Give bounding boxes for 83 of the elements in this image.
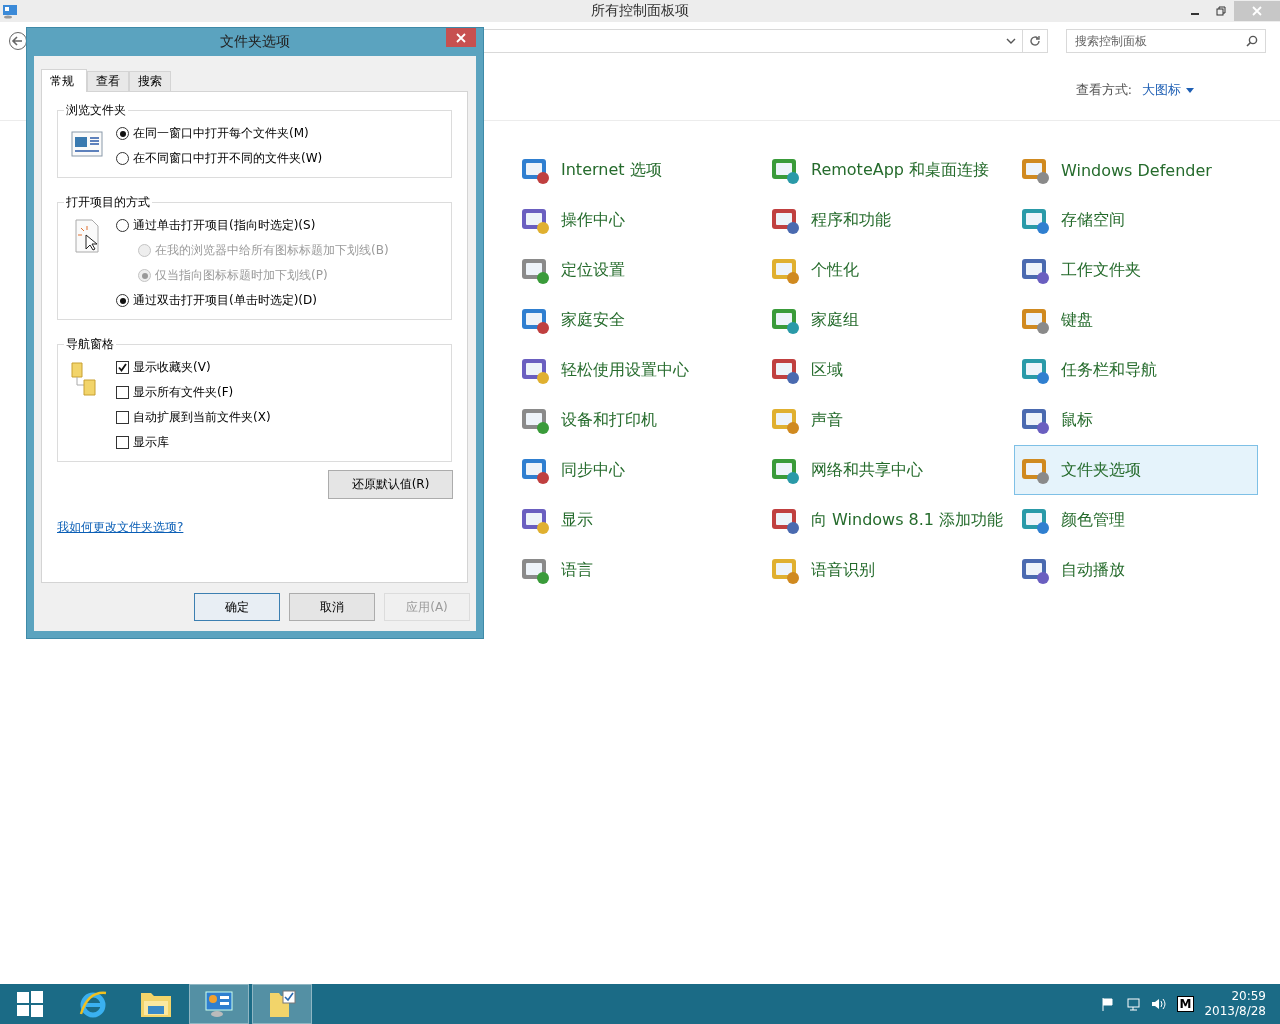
control-panel-item[interactable]: Internet 选项	[514, 145, 758, 195]
window-title: 所有控制面板项	[591, 2, 689, 18]
tab[interactable]: 搜索	[129, 71, 171, 91]
checkbox[interactable]	[116, 436, 129, 449]
flag-icon[interactable]	[1100, 997, 1115, 1011]
help-link[interactable]: 我如何更改文件夹选项?	[57, 519, 184, 536]
option-label: 在同一窗口中打开每个文件夹(M)	[133, 125, 309, 142]
option-label: 仅当指向图标标题时加下划线(P)	[155, 267, 328, 284]
checkbox[interactable]	[116, 411, 129, 424]
option-label: 显示收藏夹(V)	[133, 359, 211, 376]
chevron-down-icon	[1006, 37, 1016, 45]
dialog-button[interactable]: 确定	[194, 593, 280, 621]
windows-logo-icon	[17, 991, 43, 1017]
back-icon[interactable]	[8, 31, 28, 51]
checkbox[interactable]	[116, 386, 129, 399]
search-field[interactable]: 搜索控制面板	[1066, 29, 1266, 53]
control-panel-item[interactable]: 显示	[514, 495, 758, 545]
control-panel-item[interactable]: RemoteApp 和桌面连接	[764, 145, 1008, 195]
restore-defaults-button[interactable]: 还原默认值(R)	[328, 470, 453, 499]
dialog-title: 文件夹选项	[220, 33, 290, 51]
control-panel-item[interactable]: 定位设置	[514, 245, 758, 295]
control-panel-item[interactable]: 声音	[764, 395, 1008, 445]
search-icon	[1246, 35, 1258, 47]
control-panel-item[interactable]: Windows Defender	[1014, 145, 1258, 195]
view-dropdown[interactable]: 大图标	[1142, 81, 1194, 99]
radio-button[interactable]	[116, 127, 129, 140]
control-panel-item[interactable]: 颜色管理	[1014, 495, 1258, 545]
control-panel-item[interactable]: 程序和功能	[764, 195, 1008, 245]
control-panel-item[interactable]: 语音识别	[764, 545, 1008, 595]
control-panel-item[interactable]: 语言	[514, 545, 758, 595]
control-panel-item[interactable]: 家庭组	[764, 295, 1008, 345]
input-method-indicator[interactable]: M	[1176, 996, 1195, 1012]
close-icon	[456, 32, 466, 43]
option-label: 在我的浏览器中给所有图标标题加下划线(B)	[155, 242, 389, 259]
refresh-icon	[1029, 35, 1041, 47]
close-icon	[1252, 6, 1262, 16]
network-icon[interactable]	[1124, 997, 1141, 1011]
clock[interactable]: 20:59 2013/8/28	[1204, 989, 1266, 1019]
option-label: 通过双击打开项目(单击时选定)(D)	[133, 292, 317, 309]
option-label: 在不同窗口中打开不同的文件夹(W)	[133, 150, 323, 167]
control-panel-item[interactable]: 键盘	[1014, 295, 1258, 345]
control-panel-item[interactable]: 向 Windows 8.1 添加功能	[764, 495, 1008, 545]
dialog-button[interactable]: 取消	[289, 593, 375, 621]
control-panel-item[interactable]: 网络和共享中心	[764, 445, 1008, 495]
control-panel-item[interactable]: 家庭安全	[514, 295, 758, 345]
tab[interactable]: 常规	[41, 69, 87, 92]
speaker-icon[interactable]	[1150, 997, 1167, 1011]
control-panel-item[interactable]: 区域	[764, 345, 1008, 395]
option-label: 显示所有文件夹(F)	[133, 384, 234, 401]
group-title: 浏览文件夹	[65, 102, 127, 119]
taskbar-button[interactable]	[189, 984, 249, 1024]
group-title: 导航窗格	[65, 336, 115, 353]
option-label: 显示库	[133, 434, 169, 451]
radio-button[interactable]	[116, 294, 129, 307]
tab[interactable]: 查看	[87, 71, 129, 91]
minimize-icon	[1191, 13, 1199, 15]
option-label: 通过单击打开项目(指向时选定)(S)	[133, 217, 316, 234]
group-title: 打开项目的方式	[65, 194, 151, 211]
radio-button[interactable]	[116, 219, 129, 232]
control-panel-item[interactable]: 轻松使用设置中心	[514, 345, 758, 395]
taskbar-button[interactable]	[252, 984, 312, 1024]
control-panel-item[interactable]: 自动播放	[1014, 545, 1258, 595]
checkbox[interactable]	[116, 361, 129, 374]
restore-icon	[1216, 6, 1226, 16]
control-panel-icon	[204, 989, 234, 1019]
folder-check-icon	[267, 989, 297, 1019]
control-panel-item[interactable]: 工作文件夹	[1014, 245, 1258, 295]
control-panel-item[interactable]: 个性化	[764, 245, 1008, 295]
control-panel-item[interactable]: 存储空间	[1014, 195, 1258, 245]
control-panel-item[interactable]: 任务栏和导航	[1014, 345, 1258, 395]
control-panel-item[interactable]: 操作中心	[514, 195, 758, 245]
browser-icon	[78, 989, 108, 1019]
refresh-button[interactable]	[1023, 29, 1048, 53]
caret-icon	[1186, 87, 1194, 93]
radio-button[interactable]	[116, 152, 129, 165]
control-panel-item[interactable]: 设备和打印机	[514, 395, 758, 445]
control-panel-icon	[2, 3, 18, 19]
option-label: 自动扩展到当前文件夹(X)	[133, 409, 271, 426]
control-panel-item[interactable]: 同步中心	[514, 445, 758, 495]
control-panel-item[interactable]: 文件夹选项	[1014, 445, 1258, 495]
control-panel-item[interactable]: 鼠标	[1014, 395, 1258, 445]
close-button[interactable]	[446, 28, 476, 47]
view-by-label: 查看方式:	[1075, 81, 1132, 99]
